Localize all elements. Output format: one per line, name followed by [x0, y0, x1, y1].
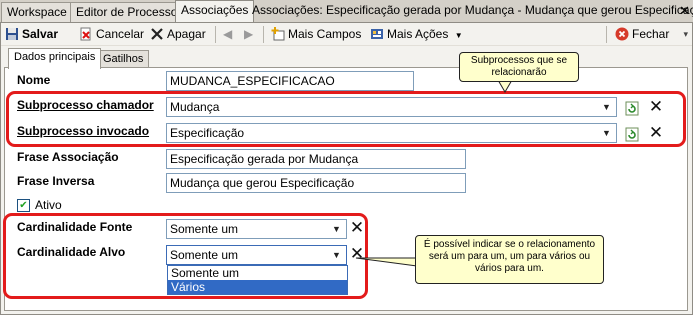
close-tab-icon[interactable]: ✕ — [679, 4, 690, 17]
save-label: Salvar — [22, 27, 59, 41]
nome-label: Nome — [17, 73, 51, 87]
subprocessos-highlight — [6, 91, 686, 147]
previous-arrow-icon[interactable]: ◀ — [223, 25, 232, 44]
cardinalidade-callout: É possível indicar se o relacionamento s… — [415, 235, 604, 284]
frase-inversa-input[interactable]: Mudança que gerou Especificação — [166, 173, 466, 193]
tab-dados-principais[interactable]: Dados principais — [8, 48, 102, 69]
cancel-label: Cancelar — [96, 27, 145, 41]
next-arrow-icon[interactable]: ▶ — [244, 25, 253, 44]
tab-workspace[interactable]: Workspace — [1, 2, 73, 22]
close-label: Fechar — [632, 27, 670, 41]
toolbar-separator — [606, 26, 607, 43]
nome-input[interactable]: MUDANCA_ESPECIFICACAO — [166, 71, 414, 91]
tab-editor-de-processos[interactable]: Editor de Processos — [70, 2, 190, 22]
delete-label: Apagar — [167, 27, 206, 41]
cardinalidade-alvo-dropdown: Somente um Vários — [167, 265, 348, 295]
frase-inversa-label: Frase Inversa — [17, 174, 95, 188]
close-circle-icon — [615, 27, 629, 41]
add-fields-icon — [271, 27, 285, 41]
ativo-label: Ativo — [35, 198, 62, 212]
save-button[interactable]: Salvar — [5, 25, 58, 44]
delete-button[interactable]: Apagar — [150, 25, 206, 44]
more-actions-button[interactable]: Mais Ações ▼ — [370, 25, 463, 44]
subprocessos-callout: Subprocessos que se relacionarão — [459, 52, 579, 82]
more-fields-label: Mais Campos — [288, 27, 362, 41]
floppy-disk-icon — [6, 28, 18, 40]
toolbar-overflow-icon[interactable]: ▾ — [683, 29, 688, 40]
window-title: Associações: Especificação gerada por Mu… — [252, 3, 693, 17]
dropdown-arrow-icon: ▼ — [454, 31, 463, 40]
more-fields-button[interactable]: Mais Campos — [271, 25, 361, 44]
close-button[interactable]: Fechar — [615, 25, 669, 44]
toolbar-separator — [215, 26, 216, 43]
frase-associacao-label: Frase Associação — [17, 150, 119, 164]
more-actions-label: Mais Ações — [387, 27, 449, 41]
ativo-checkbox[interactable]: ✔ — [17, 199, 30, 212]
top-tab-bar: Workspace Editor de Processos Associaçõe… — [0, 0, 693, 23]
cancel-button[interactable]: Cancelar — [79, 25, 144, 44]
dropdown-option-somente-um[interactable]: Somente um — [168, 266, 347, 280]
toolbar: Salvar Cancelar Apagar ◀ ▶ Mais Campos M… — [1, 23, 692, 46]
delete-x-icon — [151, 28, 163, 40]
tab-associacoes[interactable]: Associações — [175, 0, 255, 23]
dropdown-option-varios[interactable]: Vários — [168, 280, 347, 294]
frase-associacao-input[interactable]: Especificação gerada por Mudança — [166, 149, 466, 169]
toolbar-separator — [263, 26, 264, 43]
cancel-document-icon — [80, 27, 91, 41]
actions-grid-icon — [371, 29, 383, 39]
